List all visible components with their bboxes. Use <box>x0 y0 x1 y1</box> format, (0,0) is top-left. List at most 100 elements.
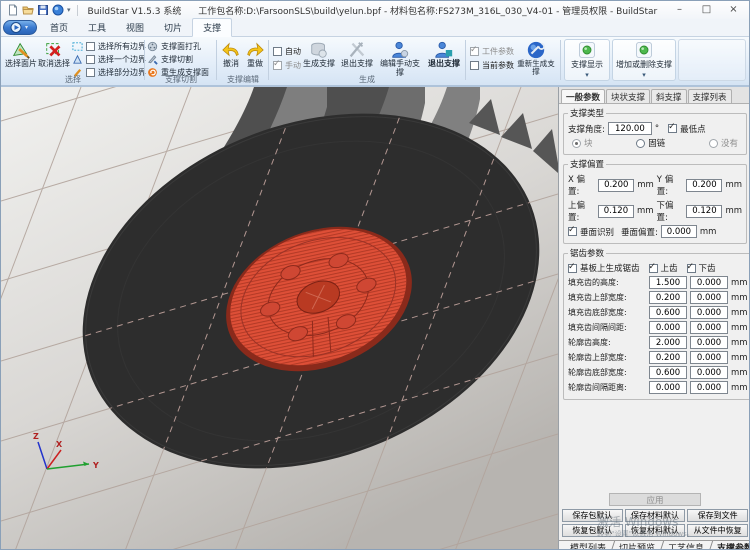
upper-teeth-checkbox[interactable]: 上齿 <box>649 262 678 274</box>
sawtooth-value1-input[interactable] <box>649 291 687 304</box>
sawtooth-value1-input[interactable] <box>649 381 687 394</box>
tab-block-support[interactable]: 块状支撑 <box>606 89 650 103</box>
workpiece-params-checkbox[interactable]: 工件参数 <box>470 46 514 57</box>
apply-button[interactable]: 应用 <box>609 493 701 506</box>
sawtooth-row-label: 填充齿间隔间距: <box>568 322 646 333</box>
sawtooth-value1-input[interactable] <box>649 351 687 364</box>
sawtooth-value2-input[interactable] <box>690 336 728 349</box>
group-support-edit: 撤消 重做 支撑编辑 <box>219 38 267 84</box>
sawtooth-row-label: 轮廓齿底部宽度: <box>568 367 646 378</box>
vertical-face-checkbox[interactable]: 垂面识别 <box>568 226 614 238</box>
vertical-offset-input[interactable] <box>661 225 697 238</box>
restore-material-default-button[interactable]: 恢复材料默认 <box>625 524 686 537</box>
close-button[interactable]: × <box>720 3 747 17</box>
up-offset-input[interactable] <box>598 205 634 218</box>
radio-none[interactable]: 没有 <box>709 137 738 149</box>
save-to-file-button[interactable]: 保存到文件 <box>687 509 748 522</box>
group-label-support-cut: 支撑切割 <box>147 74 215 85</box>
undo-button[interactable]: 撤消 <box>220 40 242 69</box>
sawtooth-value2-input[interactable] <box>690 291 728 304</box>
lower-teeth-checkbox[interactable]: 下齿 <box>687 262 716 274</box>
bottom-tab-support-params[interactable]: 支撑参数 <box>709 541 750 550</box>
tab-home[interactable]: 首页 <box>40 19 78 36</box>
sawtooth-value1-input[interactable] <box>649 276 687 289</box>
qat-caret-icon[interactable]: ▾ <box>67 6 71 14</box>
save-package-default-button[interactable]: 保存包默认 <box>562 509 623 522</box>
sawtooth-value1-input[interactable] <box>649 336 687 349</box>
auto-checkbox[interactable]: 自动 <box>273 46 301 57</box>
sawtooth-value2-input[interactable] <box>690 306 728 319</box>
support-display-dropdown[interactable]: 支撑显示 ▾ <box>564 39 610 81</box>
radio-chain[interactable]: 固链 <box>636 137 665 149</box>
tab-slice[interactable]: 切片 <box>154 19 192 36</box>
sawtooth-value1-input[interactable] <box>649 366 687 379</box>
tab-general-params[interactable]: 一般参数 <box>561 89 605 103</box>
support-display-label: 支撑显示 <box>571 61 603 69</box>
sawtooth-row-label: 填充齿上部宽度: <box>568 292 646 303</box>
select-facet-button[interactable]: 选择面片 <box>5 40 37 69</box>
angle-label: 支撑角度: <box>568 123 605 135</box>
select-one-border-checkbox[interactable]: 选择一个边界 <box>86 54 146 65</box>
sawtooth-value2-input[interactable] <box>690 276 728 289</box>
knife-icon <box>147 54 158 65</box>
edit-manual-support-button[interactable]: 编辑手动支撑 <box>377 40 423 78</box>
manual-checkbox[interactable]: 手动 <box>273 60 301 71</box>
deselect-button[interactable]: 取消选择 <box>38 40 70 69</box>
redo-button[interactable]: 重做 <box>244 40 266 69</box>
lowest-point-checkbox[interactable]: 最低点 <box>668 123 706 135</box>
blue-wrench-icon <box>526 40 546 60</box>
support-punch-button[interactable]: 支撑面打孔 <box>147 40 201 52</box>
save-icon[interactable] <box>37 4 49 16</box>
restore-package-default-button[interactable]: 恢复包默认 <box>562 524 623 537</box>
sawtooth-on-baseplate-checkbox[interactable]: 基板上生成锯齿 <box>568 262 640 274</box>
sawtooth-row: 轮廓齿底部宽度: mm <box>568 366 748 379</box>
sawtooth-value2-input[interactable] <box>690 366 728 379</box>
y-offset-input[interactable] <box>686 179 722 192</box>
maximize-button[interactable]: □ <box>693 3 720 17</box>
sawtooth-value2-input[interactable] <box>690 321 728 334</box>
tab-view[interactable]: 视图 <box>116 19 154 36</box>
sawtooth-value1-input[interactable] <box>649 306 687 319</box>
bottom-tab-process-info[interactable]: 工艺信息 <box>660 541 713 550</box>
group-separator <box>268 40 269 80</box>
add-remove-support-label: 增加或删除支撑 <box>616 61 672 69</box>
support-parameters-panel: 一般参数 块状支撑 斜支撑 支撑列表 支撑类型 支撑角度: ° 最低点 块 固链… <box>558 87 750 550</box>
current-params-checkbox[interactable]: 当前参数 <box>470 60 514 71</box>
app-orb-icon[interactable] <box>52 4 64 16</box>
viewport-3d[interactable]: Z X Y <box>1 87 558 550</box>
bottom-tab-slice-preview[interactable]: 切片预览 <box>611 541 664 550</box>
panel-tabs: 一般参数 块状支撑 斜支撑 支撑列表 <box>559 87 750 104</box>
tab-support-list[interactable]: 支撑列表 <box>688 89 732 103</box>
save-material-default-button[interactable]: 保存材料默认 <box>625 509 686 522</box>
exit-support-label-1: 退出支撑 <box>341 60 373 69</box>
tab-tools[interactable]: 工具 <box>78 19 116 36</box>
group-label-generate: 生成 <box>271 74 463 85</box>
restore-from-file-button[interactable]: 从文件中恢复 <box>687 524 748 537</box>
axis-z-label: Z <box>33 432 39 441</box>
open-file-icon[interactable] <box>22 4 34 16</box>
sawtooth-value1-input[interactable] <box>649 321 687 334</box>
down-offset-input[interactable] <box>686 205 722 218</box>
add-remove-support-dropdown[interactable]: 增加或删除支撑 ▾ <box>612 39 676 81</box>
tab-support[interactable]: 支撑 <box>192 18 232 37</box>
radio-block[interactable]: 块 <box>572 137 593 149</box>
exit-support-button-2[interactable]: 退出支撑 <box>425 40 463 69</box>
ribbon-tab-strip: 首页 工具 视图 切片 支撑 <box>1 19 749 37</box>
support-cut-button[interactable]: 支撑切割 <box>147 53 193 65</box>
sawtooth-row: 轮廓齿上部宽度: mm <box>568 351 748 364</box>
new-file-icon[interactable] <box>7 4 19 16</box>
angle-input[interactable] <box>608 122 652 135</box>
sawtooth-row: 填充齿上部宽度: mm <box>568 291 748 304</box>
sawtooth-value2-input[interactable] <box>690 381 728 394</box>
sawtooth-value2-input[interactable] <box>690 351 728 364</box>
exit-support-button-1[interactable]: 退出支撑 <box>339 40 375 69</box>
tab-slant-support[interactable]: 斜支撑 <box>651 89 687 103</box>
person-disc-icon <box>390 40 410 60</box>
regenerate-support-button[interactable]: 重新生成支撑 <box>514 40 558 77</box>
minimize-button[interactable]: – <box>666 3 693 17</box>
bottom-tab-model-list[interactable]: 模型列表 <box>562 541 615 550</box>
application-button[interactable] <box>3 20 37 35</box>
select-all-borders-checkbox[interactable]: 选择所有边界 <box>86 41 146 52</box>
generate-support-button[interactable]: 生成支撑 <box>301 40 337 69</box>
x-offset-input[interactable] <box>598 179 634 192</box>
